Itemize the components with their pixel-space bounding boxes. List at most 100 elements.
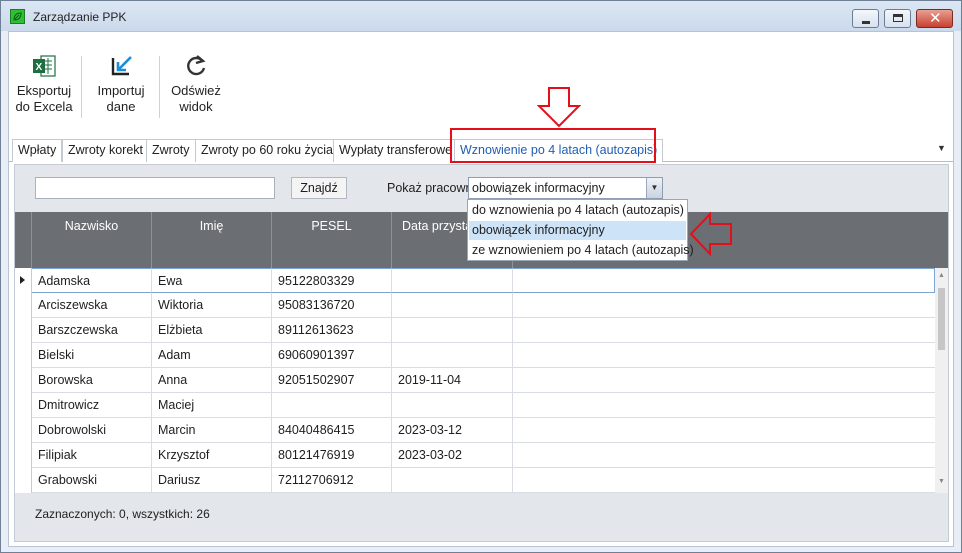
cell-surname[interactable]: Barszczewska bbox=[32, 318, 152, 343]
cell-date[interactable] bbox=[392, 393, 513, 418]
dropdown-option[interactable]: do wznowienia po 4 latach (autozapis) bbox=[469, 201, 686, 220]
export-label-1: Eksportuj bbox=[16, 83, 72, 98]
maximize-button[interactable] bbox=[884, 9, 911, 28]
row-header[interactable] bbox=[15, 443, 32, 468]
cell-date[interactable]: 2019-11-04 bbox=[392, 368, 513, 393]
cell-surname[interactable]: Dobrowolski bbox=[32, 418, 152, 443]
employee-filter-dropdown: do wznowienia po 4 latach (autozapis) ob… bbox=[467, 199, 694, 261]
cell-name[interactable]: Dariusz bbox=[152, 468, 272, 493]
cell-extra[interactable] bbox=[513, 368, 935, 393]
tab-zwroty-po-60[interactable]: Zwroty po 60 roku życia bbox=[195, 139, 339, 162]
table-row[interactable]: Filipiak Krzysztof 80121476919 2023-03-0… bbox=[15, 443, 935, 468]
cell-pesel[interactable]: 72112706912 bbox=[272, 468, 392, 493]
cell-date[interactable] bbox=[392, 293, 513, 318]
row-header[interactable] bbox=[15, 368, 32, 393]
cell-extra[interactable] bbox=[513, 268, 935, 293]
cell-name[interactable]: Elżbieta bbox=[152, 318, 272, 343]
row-header[interactable] bbox=[15, 293, 32, 318]
cell-pesel[interactable]: 80121476919 bbox=[272, 443, 392, 468]
ribbon-separator bbox=[81, 56, 82, 118]
tab-overflow-icon[interactable]: ▼ bbox=[937, 143, 946, 153]
cell-surname[interactable]: Dmitrowicz bbox=[32, 393, 152, 418]
cell-extra[interactable] bbox=[513, 418, 935, 443]
cell-surname[interactable]: Bielski bbox=[32, 343, 152, 368]
cell-date[interactable]: 2023-03-02 bbox=[392, 443, 513, 468]
cell-surname[interactable]: Adamska bbox=[32, 268, 152, 293]
close-button[interactable]: ✕ bbox=[916, 9, 953, 28]
cell-surname[interactable]: Filipiak bbox=[32, 443, 152, 468]
cell-pesel[interactable] bbox=[272, 393, 392, 418]
cell-pesel[interactable]: 69060901397 bbox=[272, 343, 392, 368]
tab-zwroty[interactable]: Zwroty bbox=[146, 139, 196, 162]
employee-filter-select[interactable]: obowiązek informacyjny ▼ bbox=[468, 177, 663, 199]
refresh-view-button[interactable]: Odśwież widok bbox=[163, 52, 229, 115]
cell-extra[interactable] bbox=[513, 343, 935, 368]
cell-pesel[interactable]: 84040486415 bbox=[272, 418, 392, 443]
ribbon-toolbar: X Eksportuj do Excela Importuj dane Odśw… bbox=[9, 32, 953, 132]
cell-name[interactable]: Marcin bbox=[152, 418, 272, 443]
cell-date[interactable] bbox=[392, 318, 513, 343]
cell-extra[interactable] bbox=[513, 443, 935, 468]
row-header[interactable] bbox=[15, 393, 32, 418]
table-row[interactable]: Grabowski Dariusz 72112706912 bbox=[15, 468, 935, 493]
search-input[interactable] bbox=[35, 177, 275, 199]
export-excel-button[interactable]: X Eksportuj do Excela bbox=[11, 52, 77, 115]
current-row-icon bbox=[20, 276, 25, 284]
cell-name[interactable]: Krzysztof bbox=[152, 443, 272, 468]
cell-name[interactable]: Maciej bbox=[152, 393, 272, 418]
cell-date[interactable] bbox=[392, 468, 513, 493]
chevron-down-icon[interactable]: ▼ bbox=[646, 178, 662, 198]
cell-name[interactable]: Adam bbox=[152, 343, 272, 368]
cell-surname[interactable]: Borowska bbox=[32, 368, 152, 393]
cell-date[interactable] bbox=[392, 268, 513, 293]
table-row[interactable]: Adamska Ewa 95122803329 bbox=[15, 268, 935, 293]
table-row[interactable]: Dobrowolski Marcin 84040486415 2023-03-1… bbox=[15, 418, 935, 443]
table-row[interactable]: Arciszewska Wiktoria 95083136720 bbox=[15, 293, 935, 318]
cell-name[interactable]: Anna bbox=[152, 368, 272, 393]
cell-surname[interactable]: Arciszewska bbox=[32, 293, 152, 318]
table-row[interactable]: Borowska Anna 92051502907 2019-11-04 bbox=[15, 368, 935, 393]
find-button[interactable]: Znajdź bbox=[291, 177, 347, 199]
window-title: Zarządzanie PPK bbox=[33, 10, 127, 24]
row-header[interactable] bbox=[15, 468, 32, 493]
cell-date[interactable]: 2023-03-12 bbox=[392, 418, 513, 443]
scrollbar-thumb[interactable] bbox=[938, 288, 945, 350]
cell-pesel[interactable]: 95083136720 bbox=[272, 293, 392, 318]
minimize-button[interactable] bbox=[852, 9, 879, 28]
import-data-button[interactable]: Importuj dane bbox=[89, 52, 153, 115]
tab-wplaty[interactable]: Wpłaty bbox=[12, 139, 63, 162]
cell-extra[interactable] bbox=[513, 468, 935, 493]
cell-pesel[interactable]: 95122803329 bbox=[272, 268, 392, 293]
cell-extra[interactable] bbox=[513, 293, 935, 318]
excel-icon: X bbox=[33, 55, 56, 77]
grid-vertical-scrollbar[interactable]: ▲ ▼ bbox=[935, 268, 948, 493]
cell-pesel[interactable]: 89112613623 bbox=[272, 318, 392, 343]
scroll-down-icon[interactable]: ▼ bbox=[938, 478, 945, 485]
cell-surname[interactable]: Grabowski bbox=[32, 468, 152, 493]
row-header[interactable] bbox=[15, 418, 32, 443]
scroll-up-icon[interactable]: ▲ bbox=[938, 272, 945, 279]
ribbon-separator bbox=[159, 56, 160, 118]
cell-name[interactable]: Ewa bbox=[152, 268, 272, 293]
column-header-imie[interactable]: Imię bbox=[152, 212, 272, 268]
table-row[interactable]: Bielski Adam 69060901397 bbox=[15, 343, 935, 368]
table-row[interactable]: Dmitrowicz Maciej bbox=[15, 393, 935, 418]
column-header-pesel[interactable]: PESEL bbox=[272, 212, 392, 268]
table-row[interactable]: Barszczewska Elżbieta 89112613623 bbox=[15, 318, 935, 343]
app-window: Zarządzanie PPK ✕ X Eksportuj do Excela bbox=[0, 0, 962, 553]
tab-wyplaty-transferowe[interactable]: Wypłaty transferowe bbox=[333, 139, 459, 162]
title-bar[interactable]: Zarządzanie PPK ✕ bbox=[1, 1, 961, 31]
row-header[interactable] bbox=[15, 343, 32, 368]
row-header[interactable] bbox=[15, 318, 32, 343]
cell-extra[interactable] bbox=[513, 318, 935, 343]
row-header[interactable] bbox=[15, 268, 32, 293]
dropdown-option-selected[interactable]: obowiązek informacyjny bbox=[469, 221, 686, 240]
cell-extra[interactable] bbox=[513, 393, 935, 418]
cell-date[interactable] bbox=[392, 343, 513, 368]
tab-zwroty-korekt[interactable]: Zwroty korekt bbox=[62, 139, 150, 162]
dropdown-option[interactable]: ze wznowieniem po 4 latach (autozapis) bbox=[469, 241, 694, 260]
column-header-nazwisko[interactable]: Nazwisko bbox=[32, 212, 152, 268]
cell-name[interactable]: Wiktoria bbox=[152, 293, 272, 318]
cell-pesel[interactable]: 92051502907 bbox=[272, 368, 392, 393]
import-label-2: dane bbox=[106, 99, 136, 114]
